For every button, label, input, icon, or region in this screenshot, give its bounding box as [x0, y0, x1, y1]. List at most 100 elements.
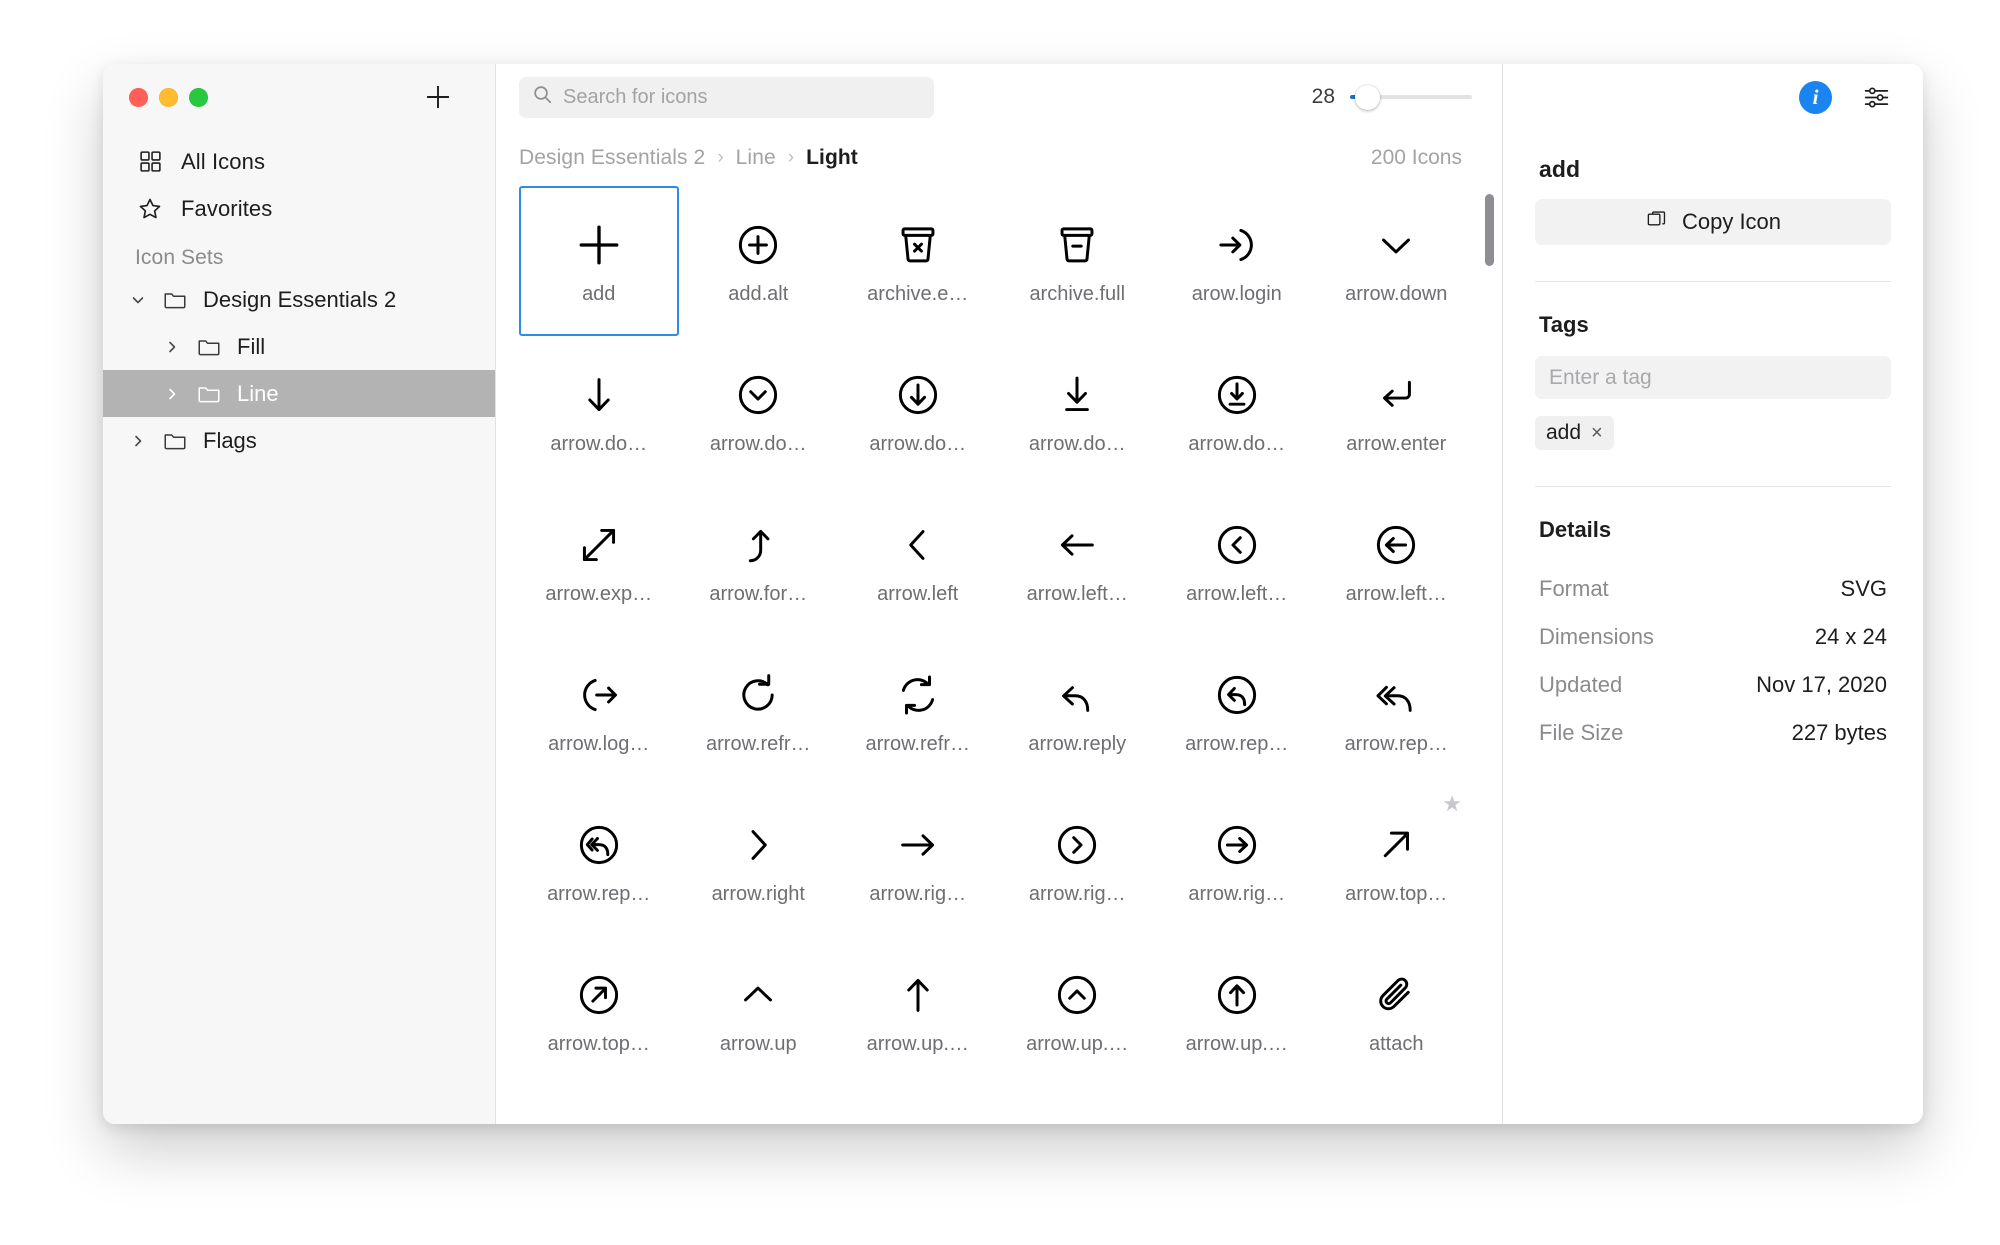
chevron-right-icon [735, 817, 781, 873]
icon-cell-arrow-for[interactable]: arrow.for… [679, 486, 839, 636]
sliders-icon[interactable] [1862, 83, 1891, 112]
chevron-left-icon [895, 517, 941, 573]
icon-cell-arrow-up[interactable]: arrow.up [679, 936, 839, 1086]
icon-cell-add[interactable]: add [519, 186, 679, 336]
archive-x-icon [895, 217, 941, 273]
icon-cell-arrow-left[interactable]: arrow.left [838, 486, 998, 636]
minimize-button[interactable] [159, 87, 178, 107]
folder-icon [160, 287, 190, 313]
search-input[interactable] [563, 85, 921, 109]
details-section-title: Details [1539, 517, 1612, 542]
icon-cell-archive-full[interactable]: archive.full [998, 186, 1158, 336]
vertical-scrollbar[interactable] [1485, 194, 1494, 266]
sidebar-item-favorites[interactable]: Favorites [103, 185, 495, 232]
reply-all-circle-icon [576, 817, 622, 873]
info-icon[interactable]: i [1799, 80, 1832, 114]
icon-cell-attach[interactable]: attach [1317, 936, 1477, 1086]
arrow-top-right-circle-icon [576, 967, 622, 1023]
icon-cell-arrow-left-4[interactable]: arrow.left… [1317, 486, 1477, 636]
tag-chip-label: add [1546, 421, 1582, 444]
icon-cell-arrow-do-5[interactable]: arrow.do… [1157, 336, 1317, 486]
icon-cell-arrow-rep-3[interactable]: arrow.rep… [1317, 636, 1477, 786]
icon-cell-arrow-reply[interactable]: arrow.reply [998, 636, 1158, 786]
zoom-control[interactable]: 28 [1303, 84, 1472, 110]
detail-row: Format SVG [1535, 565, 1891, 613]
chevron-down-icon[interactable] [129, 292, 147, 308]
search-field[interactable] [519, 76, 934, 118]
inspector-toolbar: i [1535, 64, 1891, 130]
icon-cell-arrow-down[interactable]: arrow.down [1317, 186, 1477, 336]
sidebar-tree-item-flags[interactable]: Flags [103, 417, 495, 464]
icon-cell-label: arrow.rig… [869, 882, 967, 905]
icon-cell-arrow-do-3[interactable]: arrow.do… [838, 336, 998, 486]
sidebar-titlebar [103, 64, 495, 130]
chevron-right-circle-icon [1054, 817, 1100, 873]
copy-icon-label: Copy Icon [1681, 209, 1782, 234]
breadcrumb-item-1[interactable]: Design Essentials 2 [519, 146, 705, 170]
chevron-right-icon[interactable] [129, 433, 147, 449]
breadcrumb-item-2[interactable]: Line [736, 146, 776, 170]
chevron-right-icon[interactable] [163, 339, 181, 355]
icon-cell-arrow-rig-4[interactable]: arrow.rig… [1157, 786, 1317, 936]
search-icon [532, 84, 553, 110]
icon-cell-label: arrow.rep… [547, 882, 651, 905]
icon-cell-arrow-rig-2[interactable]: arrow.rig… [838, 786, 998, 936]
sidebar-item-all-icons[interactable]: All Icons [103, 138, 495, 185]
icon-cell-arrow-top-2[interactable]: arrow.top… [519, 936, 679, 1086]
copy-icon-button[interactable]: Copy Icon [1535, 199, 1891, 245]
icon-cell-arrow-left-3[interactable]: arrow.left… [1157, 486, 1317, 636]
tag-input[interactable] [1535, 356, 1891, 399]
icon-cell-arrow-up-2[interactable]: arrow.up.… [838, 936, 998, 1086]
arrow-top-right-icon [1373, 817, 1419, 873]
icon-cell-arrow-enter[interactable]: arrow.enter [1317, 336, 1477, 486]
chevron-down-circle-icon [735, 367, 781, 423]
arrow-forward-icon [735, 517, 781, 573]
details-list: Format SVG Dimensions 24 x 24 Updated Nov 17,… [1535, 561, 1891, 757]
arrow-left-icon [1054, 517, 1100, 573]
sidebar-tree-item-line[interactable]: Line [103, 370, 495, 417]
sidebar-tree-item-design-essentials-2[interactable]: Design Essentials 2 [103, 276, 495, 323]
icon-cell-arrow-left-2[interactable]: arrow.left… [998, 486, 1158, 636]
icon-cell-add-alt[interactable]: add.alt [679, 186, 839, 336]
icon-cell-arrow-top[interactable]: ★ arrow.top… [1317, 786, 1477, 936]
sidebar-tree-item-fill[interactable]: Fill [103, 323, 495, 370]
icon-cell-arrow-do-2[interactable]: arrow.do… [679, 336, 839, 486]
tag-remove-icon[interactable]: × [1591, 423, 1603, 443]
zoom-slider[interactable] [1350, 84, 1472, 110]
icon-cell-arrow-exp[interactable]: arrow.exp… [519, 486, 679, 636]
icon-cell-label: arrow.log… [548, 732, 650, 755]
icon-cell-arrow-log[interactable]: arrow.log… [519, 636, 679, 786]
sidebar-tree-label: Design Essentials 2 [203, 286, 397, 312]
desktop-background: All Icons Favorites Icon Sets Design Ess… [0, 0, 2000, 1245]
icon-cell-arrow-up-3[interactable]: arrow.up.… [998, 936, 1158, 1086]
icon-cell-archive-e[interactable]: archive.e… [838, 186, 998, 336]
close-button[interactable] [129, 87, 148, 107]
icon-cell-label: arrow.refr… [865, 732, 970, 755]
star-icon [135, 196, 165, 222]
icon-cell-arrow-rep-4[interactable]: arrow.rep… [519, 786, 679, 936]
icon-cell-arrow-do-4[interactable]: arrow.do… [998, 336, 1158, 486]
icon-cell-label: arrow.rig… [1028, 882, 1126, 905]
icon-cell-arrow-rig-3[interactable]: arrow.rig… [998, 786, 1158, 936]
icon-cell-arrow-do-1[interactable]: arrow.do… [519, 336, 679, 486]
chevron-right-icon[interactable] [163, 386, 181, 402]
icon-cell-arow-login[interactable]: arow.login [1157, 186, 1317, 336]
breadcrumb-item-3: Light [806, 146, 858, 169]
icon-cell-label: arrow.reply [1028, 732, 1127, 755]
reply-icon [1054, 667, 1100, 723]
favorite-star-icon[interactable]: ★ [1442, 793, 1462, 815]
icon-cell-label: arrow.for… [709, 582, 808, 605]
add-icon-set-button[interactable] [421, 80, 455, 114]
icon-cell-arrow-right[interactable]: arrow.right [679, 786, 839, 936]
icon-cell-label: archive.e… [867, 282, 969, 305]
arrow-down-icon [576, 367, 622, 423]
icon-cell-label: arrow.refr… [706, 732, 811, 755]
slider-knob[interactable] [1355, 84, 1380, 110]
icon-cell-arrow-refr-2[interactable]: arrow.refr… [838, 636, 998, 786]
icon-cell-arrow-refr-1[interactable]: arrow.refr… [679, 636, 839, 786]
detail-label: Format [1539, 576, 1609, 601]
maximize-button[interactable] [189, 87, 208, 107]
icon-cell-arrow-up-4[interactable]: arrow.up.… [1157, 936, 1317, 1086]
tag-chip[interactable]: add × [1535, 416, 1614, 450]
icon-cell-arrow-rep-2[interactable]: arrow.rep… [1157, 636, 1317, 786]
